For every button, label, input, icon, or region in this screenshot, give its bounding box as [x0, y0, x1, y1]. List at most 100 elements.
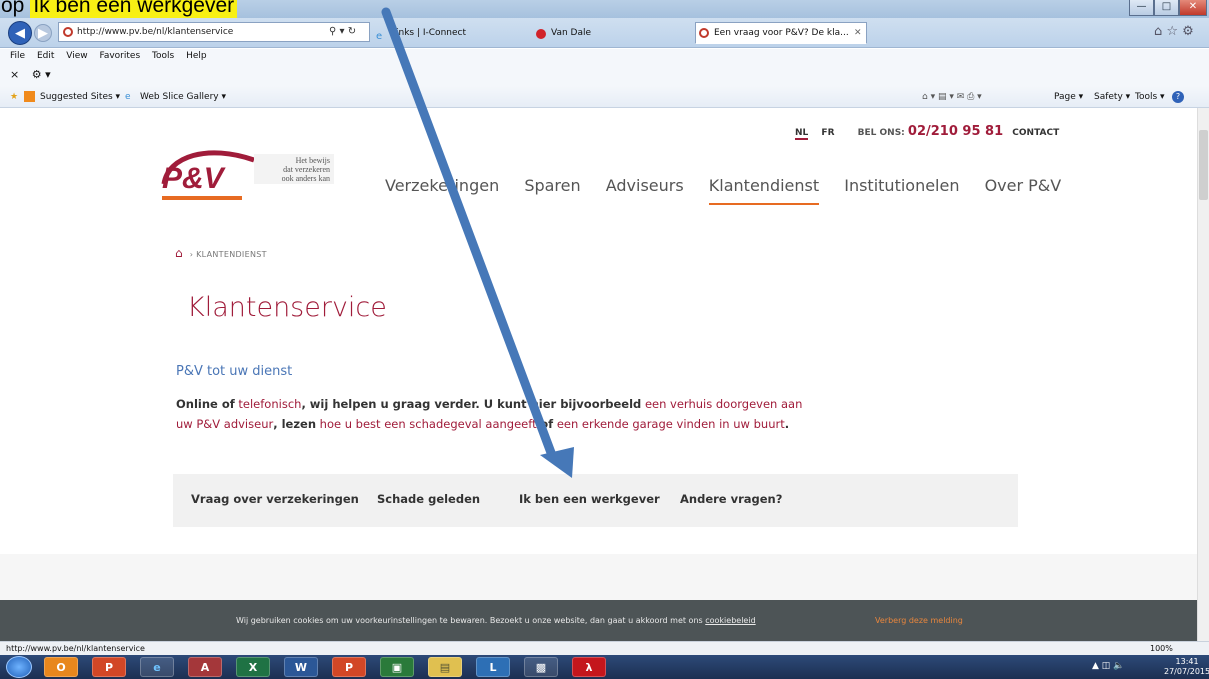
- favorites-star-icon[interactable]: ★: [10, 86, 18, 108]
- menu-file[interactable]: File: [10, 51, 25, 61]
- status-url: http://www.pv.be/nl/klantenservice: [6, 644, 145, 653]
- tab-label: Links | I-Connect: [391, 28, 466, 38]
- close-tab-icon[interactable]: ✕: [854, 23, 862, 43]
- tab-label: Een vraag voor P&V? De kla...: [714, 28, 849, 38]
- cookie-banner: Wij gebruiken cookies om uw voorkeurinst…: [0, 600, 1197, 641]
- minimize-button[interactable]: —: [1129, 0, 1154, 16]
- tab-links[interactable]: e Links | I-Connect: [372, 22, 532, 44]
- favorites-bar: ★ Suggested Sites ▾ e Web Slice Gallery …: [0, 86, 1209, 108]
- status-bar: http://www.pv.be/nl/klantenservice 100%: [0, 641, 1209, 655]
- page-menu[interactable]: Page ▾: [1054, 86, 1083, 108]
- call-label: BEL ONS:: [857, 128, 905, 138]
- forward-button[interactable]: ▶: [34, 24, 52, 42]
- menu-favorites[interactable]: Favorites: [99, 51, 140, 61]
- zoom-level[interactable]: 100%: [1150, 642, 1173, 655]
- menu-tools[interactable]: Tools: [152, 51, 174, 61]
- acrobat-icon[interactable]: λ: [572, 657, 606, 677]
- cookie-text: Wij gebruiken cookies om uw voorkeurinst…: [236, 616, 703, 625]
- para-text: of: [540, 417, 554, 431]
- system-clock[interactable]: 13:41 27/07/2015: [1164, 657, 1209, 677]
- webpage: NL FR BEL ONS: 02/210 95 81 CONTACT P&V …: [0, 108, 1197, 641]
- internet-explorer-icon[interactable]: e: [140, 657, 174, 677]
- address-row: ◀ ▶ http://www.pv.be/nl/klantenservice ⚲…: [0, 18, 1209, 48]
- tools-menu[interactable]: Tools ▾: [1135, 86, 1165, 108]
- powerpoint-small-icon[interactable]: P: [92, 657, 126, 677]
- vandale-icon: [536, 29, 546, 39]
- tab-andere-vragen[interactable]: Andere vragen?: [680, 492, 782, 506]
- outlook-icon[interactable]: O: [44, 657, 78, 677]
- contact-link[interactable]: CONTACT: [1012, 128, 1059, 138]
- page-scrollbar[interactable]: [1197, 108, 1209, 641]
- search-refresh-icon[interactable]: ⚲ ▾ ↻: [329, 23, 356, 41]
- question-tabs: Vraag over verzekeringen Schade geleden …: [173, 474, 1018, 527]
- start-button-icon[interactable]: [6, 656, 32, 678]
- ie-icon: e: [376, 31, 383, 42]
- garage-link[interactable]: een erkende garage vinden in uw buurt: [557, 417, 785, 431]
- menu-view[interactable]: View: [66, 51, 87, 61]
- tab-werkgever[interactable]: Ik ben een werkgever: [519, 492, 660, 506]
- close-window-button[interactable]: ✕: [1179, 0, 1207, 16]
- section-subheading: P&V tot uw dienst: [176, 364, 293, 379]
- page-title: Klantenservice: [187, 292, 387, 323]
- addon-icon[interactable]: ⚙ ▾: [32, 68, 51, 81]
- main-nav: Verzekeringen Sparen Adviseurs Klantendi…: [385, 176, 1081, 205]
- lang-nl[interactable]: NL: [795, 128, 809, 140]
- close-toolbar-icon[interactable]: ×: [10, 68, 19, 81]
- menu-bar: File Edit View Favorites Tools Help: [0, 49, 1209, 64]
- lang-fr[interactable]: FR: [821, 128, 834, 138]
- windows-taskbar: O P e A X W P ▣ ▤ L ▩ λ ▲ ◫ 🔈 13:41 27/0…: [0, 655, 1209, 679]
- tab-schade[interactable]: Schade geleden: [377, 492, 480, 506]
- para-text: , lezen: [273, 417, 317, 431]
- menu-edit[interactable]: Edit: [37, 51, 54, 61]
- picture-viewer-icon[interactable]: ▣: [380, 657, 414, 677]
- home-feeds-mail-print-icons[interactable]: ⌂ ▾ ▤ ▾ ✉ ⎙ ▾: [922, 86, 982, 108]
- intro-paragraph: Online of telefonisch, wij helpen u graa…: [176, 394, 816, 434]
- web-slice-gallery[interactable]: Web Slice Gallery ▾: [140, 86, 226, 108]
- media-app-icon[interactable]: ▩: [524, 657, 558, 677]
- nav-klantendienst[interactable]: Klantendienst: [708, 176, 820, 205]
- menu-help[interactable]: Help: [186, 51, 207, 61]
- tab-vandale[interactable]: Van Dale: [532, 22, 692, 44]
- pv-logo-mark-icon: P&V: [161, 150, 255, 200]
- suggested-sites[interactable]: Suggested Sites ▾: [40, 86, 120, 108]
- screenshot: op Ik ben een werkgever — □ ✕ ◀ ▶ http://…: [0, 0, 1209, 679]
- help-icon[interactable]: ?: [1172, 91, 1184, 103]
- tab-label: Van Dale: [551, 28, 592, 38]
- powerpoint-icon[interactable]: P: [332, 657, 366, 677]
- bing-icon: [24, 91, 35, 102]
- access-icon[interactable]: A: [188, 657, 222, 677]
- home-star-gear-icons[interactable]: ⌂ ☆ ⚙: [1154, 24, 1194, 39]
- safety-menu[interactable]: Safety ▾: [1094, 86, 1130, 108]
- phone-number[interactable]: 02/210 95 81: [908, 124, 1003, 139]
- home-icon[interactable]: ⌂: [175, 246, 183, 260]
- nav-adviseurs[interactable]: Adviseurs: [606, 176, 684, 195]
- telefonisch-link[interactable]: telefonisch: [238, 397, 301, 411]
- nav-verzekeringen[interactable]: Verzekeringen: [385, 176, 499, 195]
- tray-icons[interactable]: ▲ ◫ 🔈: [1092, 661, 1124, 671]
- nav-sparen[interactable]: Sparen: [524, 176, 580, 195]
- address-input[interactable]: http://www.pv.be/nl/klantenservice ⚲ ▾ ↻: [58, 22, 370, 42]
- clock-date: 27/07/2015: [1164, 667, 1209, 676]
- cookie-policy-link[interactable]: cookiebeleid: [705, 616, 755, 625]
- back-button[interactable]: ◀: [8, 21, 32, 45]
- breadcrumb-current: › KLANTENDIENST: [189, 250, 267, 259]
- tab-pv-active[interactable]: Een vraag voor P&V? De kla... ✕: [695, 22, 867, 44]
- lync-icon[interactable]: L: [476, 657, 510, 677]
- address-text: http://www.pv.be/nl/klantenservice: [77, 27, 234, 37]
- caption-overlay: op Ik ben een werkgever: [1, 0, 238, 18]
- ie-icon: e: [125, 92, 131, 102]
- nav-institutionelen[interactable]: Institutionelen: [844, 176, 959, 195]
- caption-prefix: op: [1, 0, 25, 17]
- word-icon[interactable]: W: [284, 657, 318, 677]
- schadegeval-link[interactable]: hoe u best een schadegeval aangeeft: [320, 417, 537, 431]
- explorer-folder-icon[interactable]: ▤: [428, 657, 462, 677]
- maximize-button[interactable]: □: [1154, 0, 1179, 16]
- caption-highlight: Ik ben een werkgever: [30, 0, 238, 18]
- nav-over-pv[interactable]: Over P&V: [985, 176, 1062, 195]
- scrollbar-thumb[interactable]: [1199, 130, 1208, 200]
- pv-logo[interactable]: P&V Het bewijs dat verzekeren ook anders…: [158, 144, 334, 202]
- tab-verzekeringen[interactable]: Vraag over verzekeringen: [191, 492, 359, 506]
- excel-icon[interactable]: X: [236, 657, 270, 677]
- hide-cookie-button[interactable]: Verberg deze melding: [875, 600, 963, 641]
- toolbar-row: × ⚙ ▾: [0, 64, 1209, 86]
